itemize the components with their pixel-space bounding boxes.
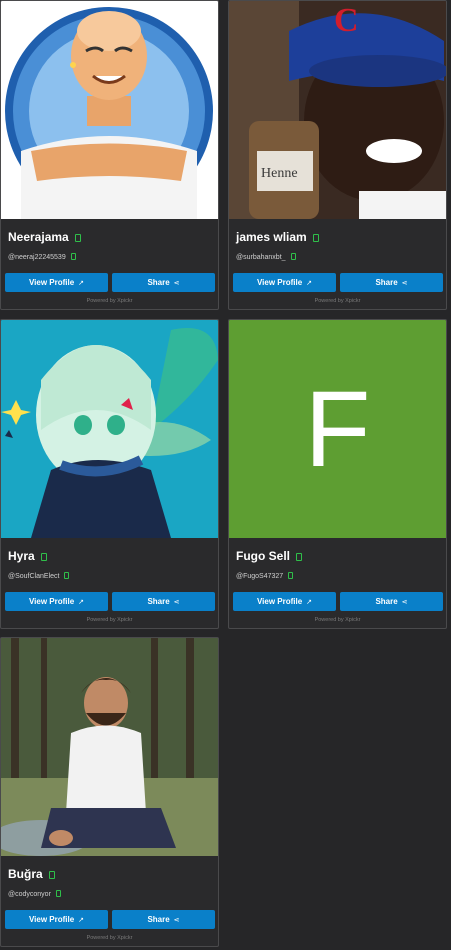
powered-by-text: Powered by Xpickr — [314, 298, 361, 304]
copy-icon[interactable] — [74, 234, 81, 242]
profile-card: F Fugo Sell @FugoS47327 View Profile ↗ Sh… — [228, 319, 447, 629]
profile-name: Buğra — [8, 867, 55, 881]
share-button[interactable]: Share ⋖ — [112, 273, 215, 292]
powered-by-text: Powered by Xpickr — [86, 617, 133, 623]
profile-image[interactable]: F — [229, 320, 446, 538]
profile-handle: @neeraj22245539 — [8, 253, 76, 261]
external-link-icon: ↗ — [78, 916, 85, 924]
profile-image[interactable] — [1, 638, 218, 856]
photo-avatar-image — [1, 638, 218, 856]
external-link-icon: ↗ — [306, 598, 313, 606]
powered-by-text: Powered by Xpickr — [86, 298, 133, 304]
profile-card: Hyra @SoufClanElect View Profile ↗ Share ⋖… — [0, 319, 219, 629]
profile-card: Buğra @codyconyor View Profile ↗ Share ⋖ P… — [0, 637, 219, 947]
profile-image[interactable] — [1, 320, 218, 538]
copy-icon[interactable] — [48, 871, 55, 879]
photo-avatar-image: C Henne — [229, 1, 446, 219]
profile-name: Neerajama — [8, 230, 81, 244]
share-button[interactable]: Share ⋖ — [112, 910, 215, 929]
profile-handle: @SoufClanElect — [8, 572, 70, 580]
copy-icon[interactable] — [296, 553, 302, 561]
external-link-icon: ↗ — [78, 279, 85, 287]
powered-by-text: Powered by Xpickr — [86, 935, 133, 941]
profile-name: Fugo Sell — [236, 549, 302, 563]
share-icon: ⋖ — [401, 598, 408, 606]
copy-icon[interactable] — [312, 234, 319, 242]
view-profile-button[interactable]: View Profile ↗ — [5, 273, 108, 292]
external-link-icon: ↗ — [78, 598, 85, 606]
profile-image[interactable]: C Henne — [229, 1, 446, 219]
share-button[interactable]: Share ⋖ — [340, 592, 443, 611]
powered-by-text: Powered by Xpickr — [314, 617, 361, 623]
copy-icon[interactable] — [70, 253, 76, 260]
share-button[interactable]: Share ⋖ — [112, 592, 215, 611]
share-icon: ⋖ — [173, 916, 180, 924]
svg-text:C: C — [334, 2, 359, 39]
share-button[interactable]: Share ⋖ — [340, 273, 443, 292]
copy-icon[interactable] — [288, 572, 294, 579]
copy-icon[interactable] — [40, 553, 47, 561]
profile-name: james wliam — [236, 230, 319, 244]
profile-card: C Henne james wliam @surbahanxbt_ View P… — [228, 0, 447, 310]
svg-text:Henne: Henne — [261, 166, 298, 181]
external-link-icon: ↗ — [306, 279, 313, 287]
profile-handle: @FugoS47327 — [236, 572, 294, 580]
profile-name: Hyra — [8, 549, 47, 563]
view-profile-button[interactable]: View Profile ↗ — [5, 592, 108, 611]
copy-icon[interactable] — [64, 572, 70, 579]
mascot-avatar-image — [1, 1, 218, 219]
profile-card: Neerajama @neeraj22245539 View Profile ↗ … — [0, 0, 219, 310]
profile-image[interactable] — [1, 1, 218, 219]
share-icon: ⋖ — [173, 279, 180, 287]
share-icon: ⋖ — [401, 279, 408, 287]
avatar-letter: F — [304, 368, 371, 489]
share-icon: ⋖ — [173, 598, 180, 606]
anime-avatar-image — [1, 320, 218, 538]
view-profile-button[interactable]: View Profile ↗ — [233, 273, 336, 292]
profile-handle: @codyconyor — [8, 890, 61, 898]
copy-icon[interactable] — [290, 253, 296, 260]
copy-icon[interactable] — [55, 890, 61, 897]
profile-handle: @surbahanxbt_ — [236, 253, 296, 261]
view-profile-button[interactable]: View Profile ↗ — [233, 592, 336, 611]
view-profile-button[interactable]: View Profile ↗ — [5, 910, 108, 929]
